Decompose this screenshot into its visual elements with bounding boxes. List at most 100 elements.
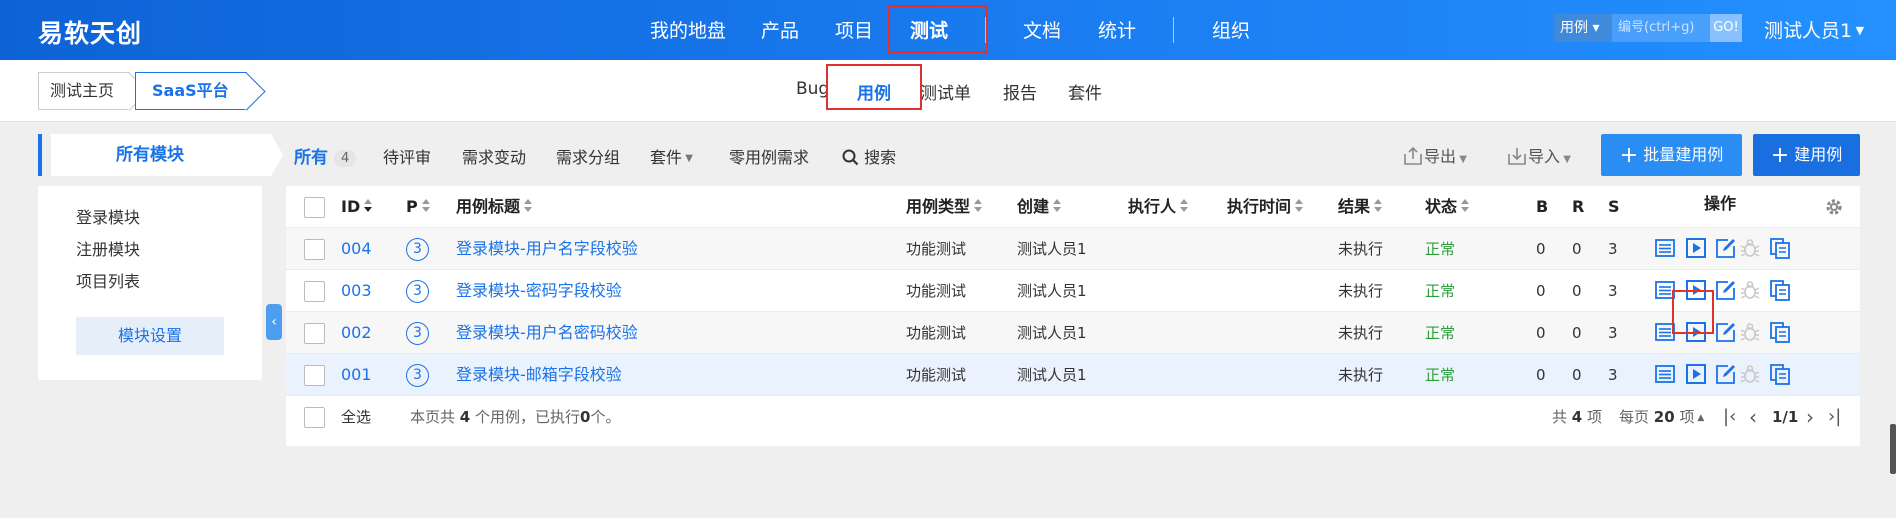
row-checkbox[interactable] (304, 365, 325, 386)
per-page-select[interactable]: 每页 20 项 ▲ (1619, 396, 1704, 438)
col-exec-time[interactable]: 执行时间 (1227, 186, 1304, 228)
export-button[interactable]: 导出 ▼ (1402, 143, 1467, 167)
select-all-label[interactable]: 全选 (341, 396, 371, 438)
col-result[interactable]: 结果 (1338, 186, 1383, 228)
filter-zero-case-story[interactable]: 零用例需求 (729, 144, 809, 168)
sub-navbar: 测试主页 SaaS平台 ▼ Bug 用例 测试单 报告 套件 (0, 60, 1896, 122)
import-button[interactable]: 导入 ▼ (1506, 143, 1571, 167)
edit-icon[interactable] (1715, 363, 1737, 385)
last-page-icon[interactable]: ›| (1828, 396, 1841, 438)
filter-all[interactable]: 所有 4 (294, 143, 357, 168)
nav-project[interactable]: 项目 (835, 16, 873, 43)
case-results: 0 (1572, 324, 1582, 342)
go-button[interactable]: GO! (1710, 14, 1742, 42)
col-type[interactable]: 用例类型 (906, 186, 983, 228)
user-menu[interactable]: 测试人员1 ▼ (1764, 16, 1864, 43)
module-item[interactable]: 登录模块 (76, 204, 140, 228)
case-steps: 3 (1608, 324, 1618, 342)
case-id[interactable]: 001 (341, 354, 372, 396)
col-id[interactable]: ID (341, 186, 373, 228)
batch-create-case-button[interactable]: + 批量建用例 (1601, 134, 1742, 176)
case-id[interactable]: 002 (341, 312, 372, 354)
row-actions (1654, 363, 1794, 387)
chevron-down-icon: ▼ (228, 86, 240, 97)
row-checkbox[interactable] (304, 323, 325, 344)
case-title-link[interactable]: 登录模块-密码字段校验 (456, 270, 622, 312)
copy-icon[interactable] (1769, 363, 1791, 385)
module-header[interactable]: 所有模块 (38, 134, 283, 176)
breadcrumb-home[interactable]: 测试主页 (38, 72, 130, 110)
search-type-label: 用例 (1560, 20, 1588, 36)
scroll-handle[interactable] (1890, 424, 1896, 474)
filter-story-changed[interactable]: 需求变动 (462, 144, 526, 168)
table-row[interactable]: 002 3 登录模块-用户名密码校验 功能测试 测试人员1 未执行 正常 0 0 3 (286, 312, 1860, 354)
gear-icon[interactable] (1824, 197, 1844, 217)
tab-testtask[interactable]: 测试单 (920, 79, 971, 104)
play-icon[interactable] (1685, 363, 1707, 385)
filter-suite[interactable]: 套件 ▼ (650, 144, 693, 168)
col-title[interactable]: 用例标题 (456, 186, 533, 228)
create-case-button[interactable]: + 建用例 (1753, 134, 1860, 176)
import-label: 导入 (1528, 147, 1561, 166)
next-page-icon[interactable]: › (1806, 396, 1814, 438)
edit-icon[interactable] (1715, 237, 1737, 259)
table-row[interactable]: 003 3 登录模块-密码字段校验 功能测试 测试人员1 未执行 正常 0 0 3 (286, 270, 1860, 312)
tab-suite[interactable]: 套件 (1068, 79, 1102, 104)
col-pri-label: P (406, 197, 418, 216)
row-checkbox[interactable] (304, 239, 325, 260)
status-badge: 正常 (1425, 366, 1456, 384)
nav-product[interactable]: 产品 (761, 16, 799, 43)
row-checkbox[interactable] (304, 281, 325, 302)
table-footer: 全选 本页共 4 个用例，已执行0个。 共 4 项 每页 20 项 ▲ |‹ ‹… (286, 396, 1860, 438)
edit-icon[interactable] (1715, 279, 1737, 301)
col-status-label: 状态 (1425, 197, 1458, 216)
count-badge: 4 (334, 150, 357, 167)
highlight-execute-button (1672, 290, 1714, 334)
nav-doc[interactable]: 文档 (1023, 16, 1061, 43)
col-status[interactable]: 状态 (1425, 186, 1470, 228)
case-creator: 测试人员1 (1017, 240, 1087, 258)
nav-stats[interactable]: 统计 (1098, 16, 1136, 43)
list-detail-icon[interactable] (1654, 363, 1676, 385)
nav-my-space[interactable]: 我的地盘 (650, 16, 726, 43)
filter-group-by-story[interactable]: 需求分组 (556, 144, 620, 168)
case-title-link[interactable]: 登录模块-邮箱字段校验 (456, 354, 622, 396)
collapse-sidebar-button[interactable]: ‹ (266, 304, 282, 340)
breadcrumb-product[interactable]: SaaS平台 ▼ (135, 72, 247, 110)
sort-icon (421, 199, 431, 213)
tab-bug[interactable]: Bug (796, 79, 829, 99)
copy-icon[interactable] (1769, 321, 1791, 343)
select-all-checkbox[interactable] (304, 407, 325, 428)
play-icon[interactable] (1685, 237, 1707, 259)
col-pri[interactable]: P (406, 186, 431, 228)
case-id[interactable]: 004 (341, 228, 372, 270)
search-type-select[interactable]: 用例 ▾ (1554, 14, 1612, 42)
table-row[interactable]: 001 3 登录模块-邮箱字段校验 功能测试 测试人员1 未执行 正常 0 0 3 (286, 354, 1860, 396)
case-type: 功能测试 (906, 324, 967, 342)
col-creator[interactable]: 创建 (1017, 186, 1062, 228)
copy-icon[interactable] (1769, 279, 1791, 301)
col-title-label: 用例标题 (456, 197, 521, 216)
table-row[interactable]: 004 3 登录模块-用户名字段校验 功能测试 测试人员1 未执行 正常 0 0 3 (286, 228, 1860, 270)
search-input[interactable]: 编号(ctrl+g) (1612, 14, 1710, 42)
select-all-checkbox-header[interactable] (304, 197, 325, 218)
filter-pending-review[interactable]: 待评审 (383, 144, 431, 168)
filter-all-label: 所有 (294, 148, 328, 168)
module-item[interactable]: 注册模块 (76, 236, 140, 260)
copy-icon[interactable] (1769, 237, 1791, 259)
col-executor[interactable]: 执行人 (1128, 186, 1189, 228)
search-toggle[interactable]: 搜索 (842, 144, 896, 168)
case-id[interactable]: 003 (341, 270, 372, 312)
case-title-link[interactable]: 登录模块-用户名字段校验 (456, 228, 638, 270)
case-title-link[interactable]: 登录模块-用户名密码校验 (456, 312, 638, 354)
module-item[interactable]: 项目列表 (76, 268, 140, 292)
row-actions (1654, 237, 1794, 261)
prev-page-icon[interactable]: ‹ (1749, 396, 1757, 438)
module-settings-button[interactable]: 模块设置 (76, 317, 224, 355)
case-results: 0 (1572, 366, 1582, 384)
list-detail-icon[interactable] (1654, 237, 1676, 259)
tab-report[interactable]: 报告 (1003, 79, 1037, 104)
nav-org[interactable]: 组织 (1212, 16, 1250, 43)
first-page-icon[interactable]: |‹ (1723, 396, 1736, 438)
edit-icon[interactable] (1715, 321, 1737, 343)
